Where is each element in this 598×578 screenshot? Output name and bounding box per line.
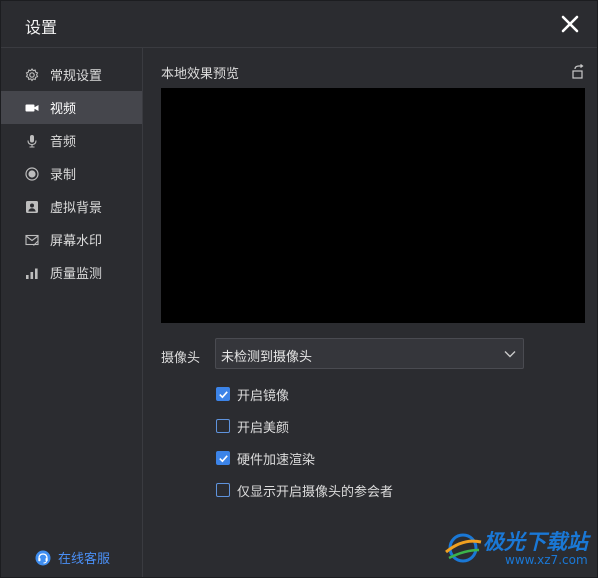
camera-only-participants-label: 仅显示开启摄像头的参会者 (237, 484, 394, 500)
camera-select[interactable]: 未检测到摄像头 (215, 338, 524, 369)
preview-title: 本地效果预览 (161, 67, 240, 82)
sidebar-item-label: 视频 (50, 102, 77, 117)
hardware-acceleration-checkbox-row[interactable]: 硬件加速渲染 (216, 450, 316, 468)
online-service-link[interactable]: 在线客服 (35, 548, 110, 567)
video-preview (161, 88, 585, 323)
checkmark-icon (218, 390, 228, 398)
checkmark-icon (218, 454, 228, 462)
virtual-background-icon (25, 200, 39, 214)
camera-select-value: 未检测到摄像头 (221, 350, 313, 365)
sidebar-item-label: 录制 (50, 168, 77, 183)
sidebar-item-record[interactable]: 录制 (1, 157, 142, 190)
watermark-url: www.xz7.com (505, 553, 588, 567)
hardware-acceleration-label: 硬件加速渲染 (237, 452, 316, 468)
chevron-down-icon (504, 351, 516, 358)
sidebar-item-label: 屏幕水印 (50, 234, 103, 249)
online-service-label: 在线客服 (58, 552, 111, 567)
title-bar: 设置 (1, 1, 597, 48)
camera-label: 摄像头 (161, 351, 201, 366)
settings-dialog: 设置 常规设置 视频 音频 录制 虚拟背景 屏幕水印 质量监测 在线客服 本地效… (0, 0, 598, 578)
settings-sidebar: 常规设置 视频 音频 录制 虚拟背景 屏幕水印 质量监测 在线客服 (1, 48, 143, 577)
rotate-icon[interactable] (570, 64, 586, 80)
video-settings-panel: 本地效果预览 摄像头 未检测到摄像头 开启镜像 开启美颜 硬件加速渲染 仅显示开… (143, 48, 597, 577)
sidebar-item-general[interactable]: 常规设置 (1, 58, 142, 91)
site-logo-icon (445, 533, 482, 563)
watermark-envelope-icon (25, 233, 39, 247)
close-icon (561, 15, 579, 33)
record-icon (25, 166, 39, 181)
beauty-checkbox-row[interactable]: 开启美颜 (216, 418, 290, 436)
sidebar-item-label: 音频 (50, 135, 77, 150)
sidebar-item-quality-monitor[interactable]: 质量监测 (1, 256, 142, 289)
signal-bars-icon (25, 266, 39, 280)
video-camera-icon (25, 101, 39, 115)
close-button[interactable] (557, 11, 583, 37)
mirror-checkbox-row[interactable]: 开启镜像 (216, 386, 290, 404)
customer-service-icon (35, 550, 51, 565)
mirror-label: 开启镜像 (237, 388, 290, 404)
dialog-title: 设置 (25, 18, 58, 37)
camera-only-participants-checkbox-row[interactable]: 仅显示开启摄像头的参会者 (216, 482, 394, 500)
beauty-label: 开启美颜 (237, 420, 290, 436)
watermark-title: 极光下载站 (483, 530, 588, 554)
sidebar-item-label: 虚拟背景 (50, 201, 103, 216)
site-watermark: 极光下载站 www.xz7.com (443, 526, 593, 572)
gear-icon (25, 67, 39, 82)
hardware-acceleration-checkbox[interactable] (216, 451, 230, 465)
sidebar-item-label: 质量监测 (50, 267, 103, 282)
sidebar-item-screen-watermark[interactable]: 屏幕水印 (1, 223, 142, 256)
sidebar-item-audio[interactable]: 音频 (1, 124, 142, 157)
beauty-checkbox[interactable] (216, 419, 230, 433)
sidebar-item-label: 常规设置 (50, 69, 103, 84)
sidebar-item-virtual-background[interactable]: 虚拟背景 (1, 190, 142, 223)
mirror-checkbox[interactable] (216, 387, 230, 401)
microphone-icon (25, 134, 39, 148)
camera-only-participants-checkbox[interactable] (216, 483, 230, 497)
sidebar-item-video[interactable]: 视频 (1, 91, 142, 124)
